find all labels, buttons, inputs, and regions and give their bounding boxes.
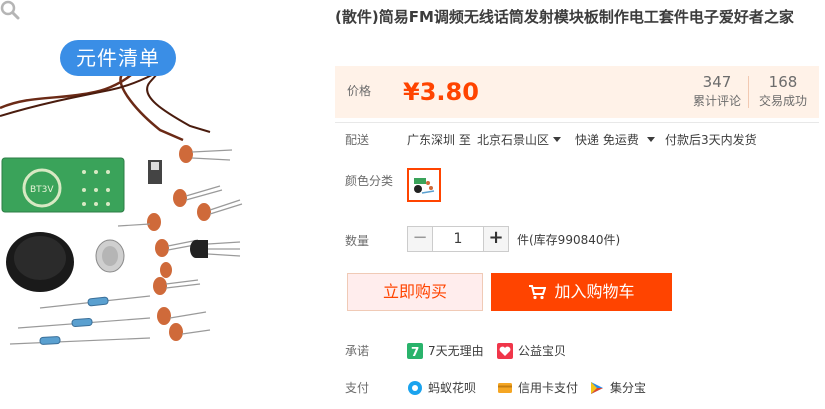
add-to-cart-button[interactable]: 加入购物车	[491, 273, 672, 311]
color-option-swatch[interactable]	[407, 168, 441, 202]
payment-item-jifenbao[interactable]: 集分宝	[589, 379, 646, 397]
product-title: (散件)简易FM调频无线话筒发射模块板制作电工套件电子爱好者之家	[335, 8, 794, 26]
reviews-stat[interactable]: 347 累计评论	[689, 72, 745, 110]
quantity-decrease-button[interactable]: −	[407, 226, 433, 252]
seven-day-return-icon: 7	[407, 343, 423, 359]
promise-item-return[interactable]: 7 7天无理由	[407, 342, 484, 360]
price-panel: 价格 ¥3.80 347 累计评论 168 交易成功	[335, 66, 819, 118]
ship-to-select[interactable]: 北京石景山区	[477, 131, 562, 148]
component-list-badge: 元件清单	[60, 40, 176, 76]
payment-label: 支付	[345, 381, 370, 395]
reviews-count: 347	[702, 73, 732, 91]
price-value: ¥3.80	[403, 78, 479, 106]
color-option-label: 颜色分类	[345, 174, 394, 188]
stock-text: 件(库存990840件)	[517, 233, 621, 247]
promise-label: 承诺	[345, 344, 370, 358]
credit-card-icon	[498, 383, 512, 393]
ship-to-label: 北京石景山区	[477, 133, 550, 147]
payment-item-huabei[interactable]: 蚂蚁花呗	[407, 379, 476, 397]
chevron-down-icon	[553, 137, 562, 142]
divider	[335, 122, 819, 123]
sales-stat: 168 交易成功	[753, 72, 813, 110]
quantity-label: 数量	[345, 234, 370, 248]
shipping-label: 配送	[345, 133, 370, 147]
charity-heart-icon	[497, 343, 513, 359]
buy-now-button[interactable]: 立即购买	[347, 273, 483, 311]
magnifier-icon[interactable]	[0, 0, 20, 20]
promise-charity-label: 公益宝贝	[518, 344, 567, 358]
payment-jifenbao-label: 集分宝	[610, 381, 647, 395]
ship-method-label: 快递 免运费	[575, 133, 639, 147]
stat-divider	[748, 76, 749, 108]
promise-item-charity[interactable]: 公益宝贝	[497, 342, 566, 360]
price-label: 价格	[347, 84, 372, 98]
quantity-increase-button[interactable]: +	[483, 226, 509, 252]
product-info: (散件)简易FM调频无线话筒发射模块板制作电工套件电子爱好者之家 价格 ¥3.8…	[335, 0, 819, 409]
ship-from: 广东深圳 至	[407, 133, 471, 147]
add-to-cart-label: 加入购物车	[554, 282, 635, 301]
huabei-icon	[408, 381, 422, 395]
promise-return-label: 7天无理由	[428, 344, 484, 358]
ship-deadline: 付款后3天内发货	[665, 133, 757, 147]
sales-count: 168	[768, 73, 798, 91]
chevron-down-icon	[646, 137, 655, 142]
payment-huabei-label: 蚂蚁花呗	[428, 381, 477, 395]
cart-icon	[529, 285, 547, 300]
payment-item-credit-card[interactable]: 信用卡支付	[497, 379, 578, 397]
product-image[interactable]: BT3V 元件清单	[0, 0, 325, 409]
reviews-label: 累计评论	[692, 94, 741, 108]
product-thumbnail-icon	[414, 178, 435, 194]
svg-text:7: 7	[411, 345, 419, 359]
quantity-input[interactable]: 1	[432, 226, 484, 252]
sales-label: 交易成功	[758, 94, 807, 108]
ship-method-select[interactable]: 快递 免运费	[575, 131, 655, 148]
jifenbao-icon	[591, 382, 603, 394]
svg-text:BT3V: BT3V	[30, 185, 54, 195]
payment-credit-card-label: 信用卡支付	[518, 381, 579, 395]
